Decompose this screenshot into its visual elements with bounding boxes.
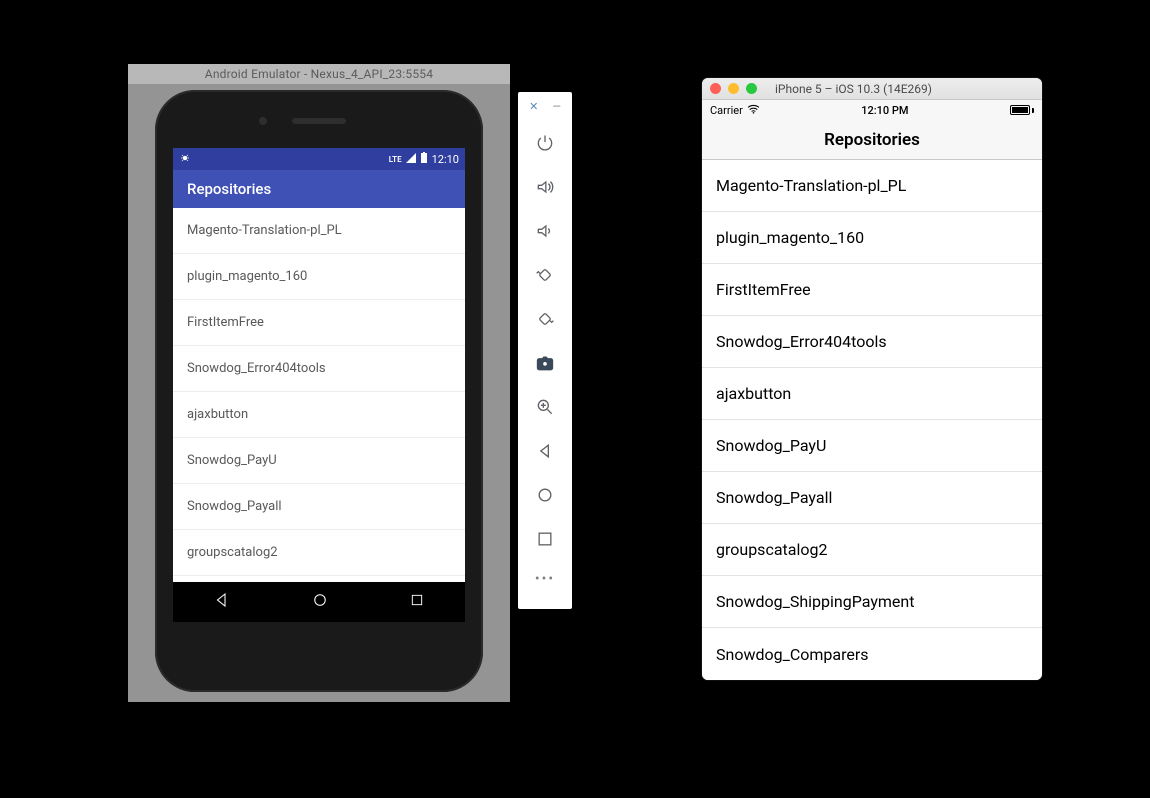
toolbar-minimize-icon[interactable]: — (552, 100, 561, 113)
volume-down-icon[interactable] (518, 209, 572, 253)
zoom-window-icon[interactable] (746, 83, 757, 94)
ios-simulator-window: iPhone 5 – iOS 10.3 (14E269) Carrier 12:… (702, 78, 1042, 680)
power-icon[interactable] (518, 121, 572, 165)
android-emulator-window: Android Emulator - Nexus_4_API_23:5554 L… (128, 64, 510, 702)
nav-overview-button[interactable] (409, 592, 425, 612)
toolbar-close-icon[interactable]: ✕ (529, 100, 538, 113)
overview-icon[interactable] (518, 517, 572, 561)
ios-nav-bar: Repositories (702, 120, 1042, 160)
android-shell: LTE 12:10 Repositories Magento-Translat (128, 84, 510, 702)
minimize-icon[interactable] (728, 83, 739, 94)
list-item[interactable]: Snowdog_Payall (702, 472, 1042, 524)
ios-repo-list[interactable]: Magento-Translation-pl_PL plugin_magento… (702, 160, 1042, 680)
battery-icon (1010, 105, 1034, 115)
battery-icon (420, 152, 428, 167)
list-item[interactable]: Snowdog_Payall (173, 484, 465, 530)
nav-title: Repositories (824, 130, 920, 150)
list-item[interactable]: Magento-Translation-pl_PL (702, 160, 1042, 212)
list-item[interactable]: groupscatalog2 (702, 524, 1042, 576)
volume-up-icon[interactable] (518, 165, 572, 209)
android-status-bar: LTE 12:10 (173, 148, 465, 170)
status-time: 12:10 PM (760, 104, 1010, 117)
app-title: Repositories (187, 180, 271, 198)
device-frame: LTE 12:10 Repositories Magento-Translat (155, 90, 483, 692)
close-icon[interactable] (710, 83, 721, 94)
camera-icon[interactable] (518, 341, 572, 385)
list-item[interactable]: ajaxbutton (173, 392, 465, 438)
device-camera (259, 117, 267, 125)
list-item[interactable]: ajaxbutton (702, 368, 1042, 420)
list-item[interactable]: Snowdog_Error404tools (173, 346, 465, 392)
list-item[interactable]: Magento-Translation-pl_PL (173, 208, 465, 254)
lte-icon: LTE (389, 155, 402, 164)
device-speaker (292, 118, 346, 124)
nav-home-button[interactable] (311, 591, 329, 613)
carrier-label: Carrier (710, 104, 743, 117)
rotate-left-icon[interactable] (518, 253, 572, 297)
bug-icon (179, 152, 191, 167)
list-item[interactable]: plugin_magento_160 (173, 254, 465, 300)
list-item[interactable]: Snowdog_Comparers (702, 628, 1042, 680)
ios-window-title: iPhone 5 – iOS 10.3 (14E269) (771, 82, 1034, 96)
back-icon[interactable] (518, 429, 572, 473)
zoom-icon[interactable] (518, 385, 572, 429)
list-item[interactable]: FirstItemFree (702, 264, 1042, 316)
android-nav-bar (173, 582, 465, 622)
list-item[interactable]: FirstItemFree (173, 300, 465, 346)
status-time: 12:10 (432, 153, 459, 166)
list-item[interactable]: Snowdog_PayU (702, 420, 1042, 472)
list-item[interactable]: Snowdog_ShippingPayment (702, 576, 1042, 628)
android-window-title: Android Emulator - Nexus_4_API_23:5554 (128, 64, 510, 84)
android-screen: LTE 12:10 Repositories Magento-Translat (173, 148, 465, 622)
list-item[interactable]: groupscatalog2 (173, 530, 465, 576)
home-icon[interactable] (518, 473, 572, 517)
wifi-icon (747, 104, 760, 117)
app-bar: Repositories (173, 170, 465, 208)
traffic-lights (710, 83, 757, 94)
signal-icon (406, 153, 416, 166)
list-item[interactable]: Snowdog_Error404tools (702, 316, 1042, 368)
list-item[interactable]: plugin_magento_160 (702, 212, 1042, 264)
more-icon[interactable]: ••• (518, 561, 572, 597)
ios-status-bar: Carrier 12:10 PM (702, 100, 1042, 120)
list-item[interactable]: Snowdog_PayU (173, 438, 465, 484)
rotate-right-icon[interactable] (518, 297, 572, 341)
ios-titlebar: iPhone 5 – iOS 10.3 (14E269) (702, 78, 1042, 100)
nav-back-button[interactable] (213, 591, 231, 613)
android-repo-list[interactable]: Magento-Translation-pl_PL plugin_magento… (173, 208, 465, 582)
emulator-toolbar: ✕ — ••• (518, 92, 572, 609)
